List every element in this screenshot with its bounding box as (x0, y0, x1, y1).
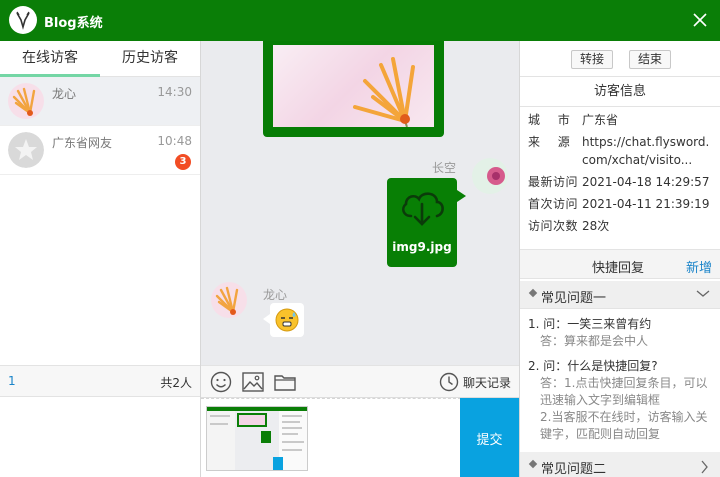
unread-badge: 3 (175, 154, 191, 170)
info-row-source: 来 源 https://chat.flysword.com/xchat/visi… (528, 133, 712, 169)
visitor-item[interactable]: 龙心 14:30 (0, 77, 200, 126)
end-button[interactable]: 结束 (629, 50, 672, 69)
clock-icon (439, 372, 459, 392)
faq-answer: 答：算来都是会中人 (540, 334, 649, 348)
faq-group-1[interactable]: 常见问题一 (520, 281, 720, 309)
info-value: 广东省 (582, 113, 619, 127)
input-divider (201, 398, 461, 399)
chevron-right-icon (701, 460, 708, 474)
image-icon[interactable] (241, 371, 265, 393)
cloud-download-icon (401, 192, 444, 226)
session-actions: 转接 结束 (520, 41, 720, 77)
faq-item[interactable]: 1. 问：一笑三来曾有约 答：算来都是会中人 (528, 316, 712, 350)
info-value: 28次 (582, 219, 610, 233)
title-bar: Blog系统 (0, 0, 720, 41)
faq-answer: 答：1.点击快捷回复条目，可以迅速输入文字到编辑框 2.当客服不在线时，访客输入… (540, 376, 708, 441)
window-title: Blog系统 (44, 16, 103, 31)
visitor-time: 14:30 (157, 85, 192, 99)
faq-list: 1. 问：一笑三来曾有约 答：算来都是会中人 2. 问：什么是快捷回复? 答：1… (520, 311, 720, 451)
faq-question: 2. 问：什么是快捷回复? (528, 359, 658, 373)
visitor-name: 龙心 (52, 87, 77, 101)
flower-avatar (8, 83, 44, 119)
faq-item[interactable]: 2. 问：什么是快捷回复? 答：1.点击快捷回复条目，可以迅速输入文字到编辑框 … (528, 358, 712, 443)
close-icon[interactable] (690, 10, 710, 30)
info-value[interactable]: https://chat.flysword.com/xchat/visito..… (582, 133, 712, 169)
info-row-city: 城 市 广东省 (528, 111, 712, 129)
app-logo-icon (9, 6, 37, 34)
emoji-message (263, 303, 304, 337)
visitor-list-panel: 在线访客 历史访客 龙心 14:30 广东省网友 10:48 3 1 共2人 (0, 41, 201, 477)
visitor-detail-panel: 转接 结束 访客信息 城 市 广东省 来 源 https://chat.flys… (519, 41, 720, 477)
tab-online-visitors[interactable]: 在线访客 (0, 41, 100, 77)
message-input-area[interactable]: 提交 (201, 397, 519, 477)
agent-avatar (472, 158, 508, 194)
faq-group-2[interactable]: 常见问题二 (520, 452, 720, 477)
user-avatar (211, 282, 247, 318)
add-quick-reply-link[interactable]: 新增 (686, 257, 712, 276)
folder-icon[interactable] (273, 371, 297, 393)
info-key: 城 市 (528, 113, 571, 127)
chat-history-button[interactable]: 聊天记录 (439, 371, 511, 393)
info-key: 来 源 (528, 135, 571, 149)
tab-history-visitors[interactable]: 历史访客 (100, 41, 200, 76)
image-message[interactable] (263, 41, 444, 137)
info-value: 2021-04-11 21:39:19 (582, 197, 710, 211)
quick-reply-title: 快捷回复 (592, 261, 645, 276)
file-message[interactable]: img9.jpg (387, 178, 466, 267)
visitor-info-title: 访客信息 (520, 77, 720, 107)
chat-history-label: 聊天记录 (462, 375, 511, 390)
flower-image (273, 45, 434, 127)
info-row-first-visit: 首次访问 2021-04-11 21:39:19 (528, 195, 712, 213)
faq-question: 1. 问：一笑三来曾有约 (528, 317, 652, 331)
chat-toolbar: 聊天记录 (201, 365, 519, 397)
chat-messages: 长空 img9.jpg 龙心 (201, 41, 519, 365)
info-key: 首次访问 (528, 197, 579, 211)
file-name: img9.jpg (392, 240, 452, 254)
info-key: 访问次数 (528, 219, 579, 233)
visitor-name: 广东省网友 (52, 136, 113, 150)
info-value: 2021-04-18 14:29:57 (582, 175, 710, 189)
faq-group-title: 常见问题二 (541, 462, 607, 477)
info-row-latest-visit: 最新访问 2021-04-18 14:29:57 (528, 173, 712, 191)
default-avatar (8, 132, 44, 168)
visitor-list-footer: 1 共2人 (0, 365, 200, 397)
info-key: 最新访问 (528, 175, 579, 189)
submit-button[interactable]: 提交 (460, 398, 519, 477)
visitor-item[interactable]: 广东省网友 10:48 3 (0, 126, 200, 175)
diamond-icon (528, 288, 538, 298)
agent-name: 长空 (432, 161, 457, 175)
faq-group-title: 常见问题一 (541, 291, 607, 306)
visitor-info: 城 市 广东省 来 源 https://chat.flysword.com/xc… (520, 107, 720, 235)
visitor-tabs: 在线访客 历史访客 (0, 41, 200, 77)
emoji-icon[interactable] (209, 371, 233, 393)
quick-reply-header: 快捷回复 新增 (520, 249, 720, 279)
chevron-down-icon (696, 290, 710, 297)
info-row-visit-count: 访问次数 28次 (528, 217, 712, 235)
transfer-button[interactable]: 转接 (571, 50, 614, 69)
sweat-emoji-icon (275, 308, 299, 332)
user-name: 龙心 (263, 288, 288, 302)
page-number[interactable]: 1 (8, 374, 16, 388)
visitor-time: 10:48 (157, 134, 192, 148)
visitor-total: 共2人 (160, 376, 192, 390)
diamond-icon (528, 459, 538, 469)
pasted-screenshot-thumbnail[interactable] (206, 406, 308, 471)
